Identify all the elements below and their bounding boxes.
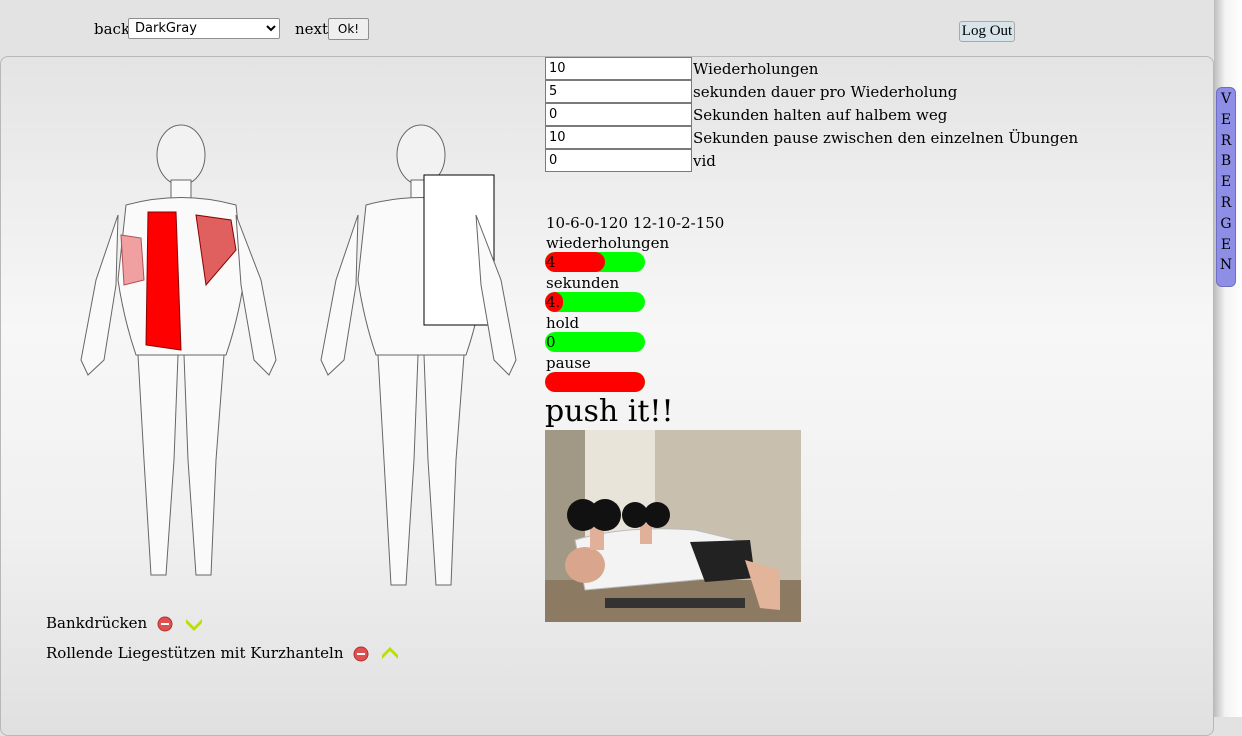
remove-circle-icon[interactable]	[157, 616, 173, 632]
hold-seconds-label: Sekunden halten auf halbem weg	[693, 106, 948, 124]
front-right-leg	[183, 354, 225, 576]
back-right-leg	[423, 354, 465, 586]
seconds-progress-value: 4.	[546, 293, 561, 311]
back-left-leg	[377, 354, 419, 586]
tab-letter: E	[1220, 174, 1232, 191]
front-head	[156, 124, 206, 186]
front-left-arm	[80, 214, 119, 376]
back-left-arm	[320, 214, 359, 376]
chevron-down-icon[interactable]	[184, 615, 204, 633]
status-message: push it!!	[545, 394, 674, 429]
exercise-photo	[545, 430, 801, 622]
tab-letter: V	[1220, 91, 1232, 107]
hold-progress-value: 0	[546, 333, 556, 351]
ok-button[interactable]: Ok!	[328, 18, 369, 40]
hide-panel-tab[interactable]: V E R B E R G E N	[1216, 87, 1236, 287]
exercise-name[interactable]: Bankdrücken	[46, 614, 147, 632]
hold-bar-label: hold	[546, 314, 580, 332]
hold-seconds-input[interactable]	[545, 103, 692, 126]
tab-letter: R	[1220, 132, 1232, 149]
pause-seconds-input[interactable]	[545, 126, 692, 149]
hold-progress-bar: 0	[545, 332, 645, 352]
remove-circle-icon[interactable]	[353, 646, 369, 662]
muscle-anatomy-figure	[80, 124, 517, 586]
front-left-leg	[137, 354, 179, 576]
logout-button[interactable]: Log Out	[959, 21, 1015, 42]
pause-seconds-label: Sekunden pause zwischen den einzelnen Üb…	[693, 129, 1079, 147]
back-body-figure	[320, 124, 517, 586]
chevron-up-icon[interactable]	[380, 645, 400, 663]
tab-letter: G	[1220, 215, 1232, 232]
exercise-name[interactable]: Rollende Liegestützen mit Kurzhanteln	[46, 644, 344, 662]
repetitions-label: Wiederholungen	[693, 60, 819, 78]
program-code: 10-6-0-120 12-10-2-150	[546, 214, 725, 232]
front-arm-highlight	[120, 234, 145, 286]
seconds-bar-label: sekunden	[546, 274, 620, 292]
back-link[interactable]: back	[94, 20, 130, 38]
tab-letter: N	[1219, 257, 1233, 274]
vid-input[interactable]	[545, 149, 692, 172]
tab-letter: E	[1220, 236, 1232, 253]
pause-bar-label: pause	[546, 354, 591, 372]
repetitions-progress-value: 4	[546, 253, 556, 271]
exercise-item-rollende-liegestuetzen: Rollende Liegestützen mit Kurzhanteln	[46, 644, 400, 663]
pause-progress-fill	[545, 372, 645, 392]
repetitions-progress-bar: 4	[545, 252, 645, 272]
repetitions-input[interactable]	[545, 57, 692, 80]
front-body-figure	[80, 124, 277, 576]
front-abs-left-highlight	[145, 211, 182, 351]
seconds-per-rep-label: sekunden dauer pro Wiederholung	[693, 83, 958, 101]
seconds-per-rep-input[interactable]	[545, 80, 692, 103]
tab-letter: B	[1220, 153, 1232, 170]
vid-label: vid	[693, 152, 716, 170]
theme-select[interactable]: DarkGray	[128, 18, 280, 39]
tab-letter: E	[1220, 111, 1232, 128]
repetitions-bar-label: wiederholungen	[546, 234, 670, 252]
pause-progress-bar	[545, 372, 645, 392]
exercise-item-bankdruecken: Bankdrücken	[46, 614, 204, 633]
tab-letter: R	[1220, 194, 1232, 211]
seconds-progress-bar: 4.	[545, 292, 645, 312]
next-link[interactable]: next	[295, 20, 328, 38]
